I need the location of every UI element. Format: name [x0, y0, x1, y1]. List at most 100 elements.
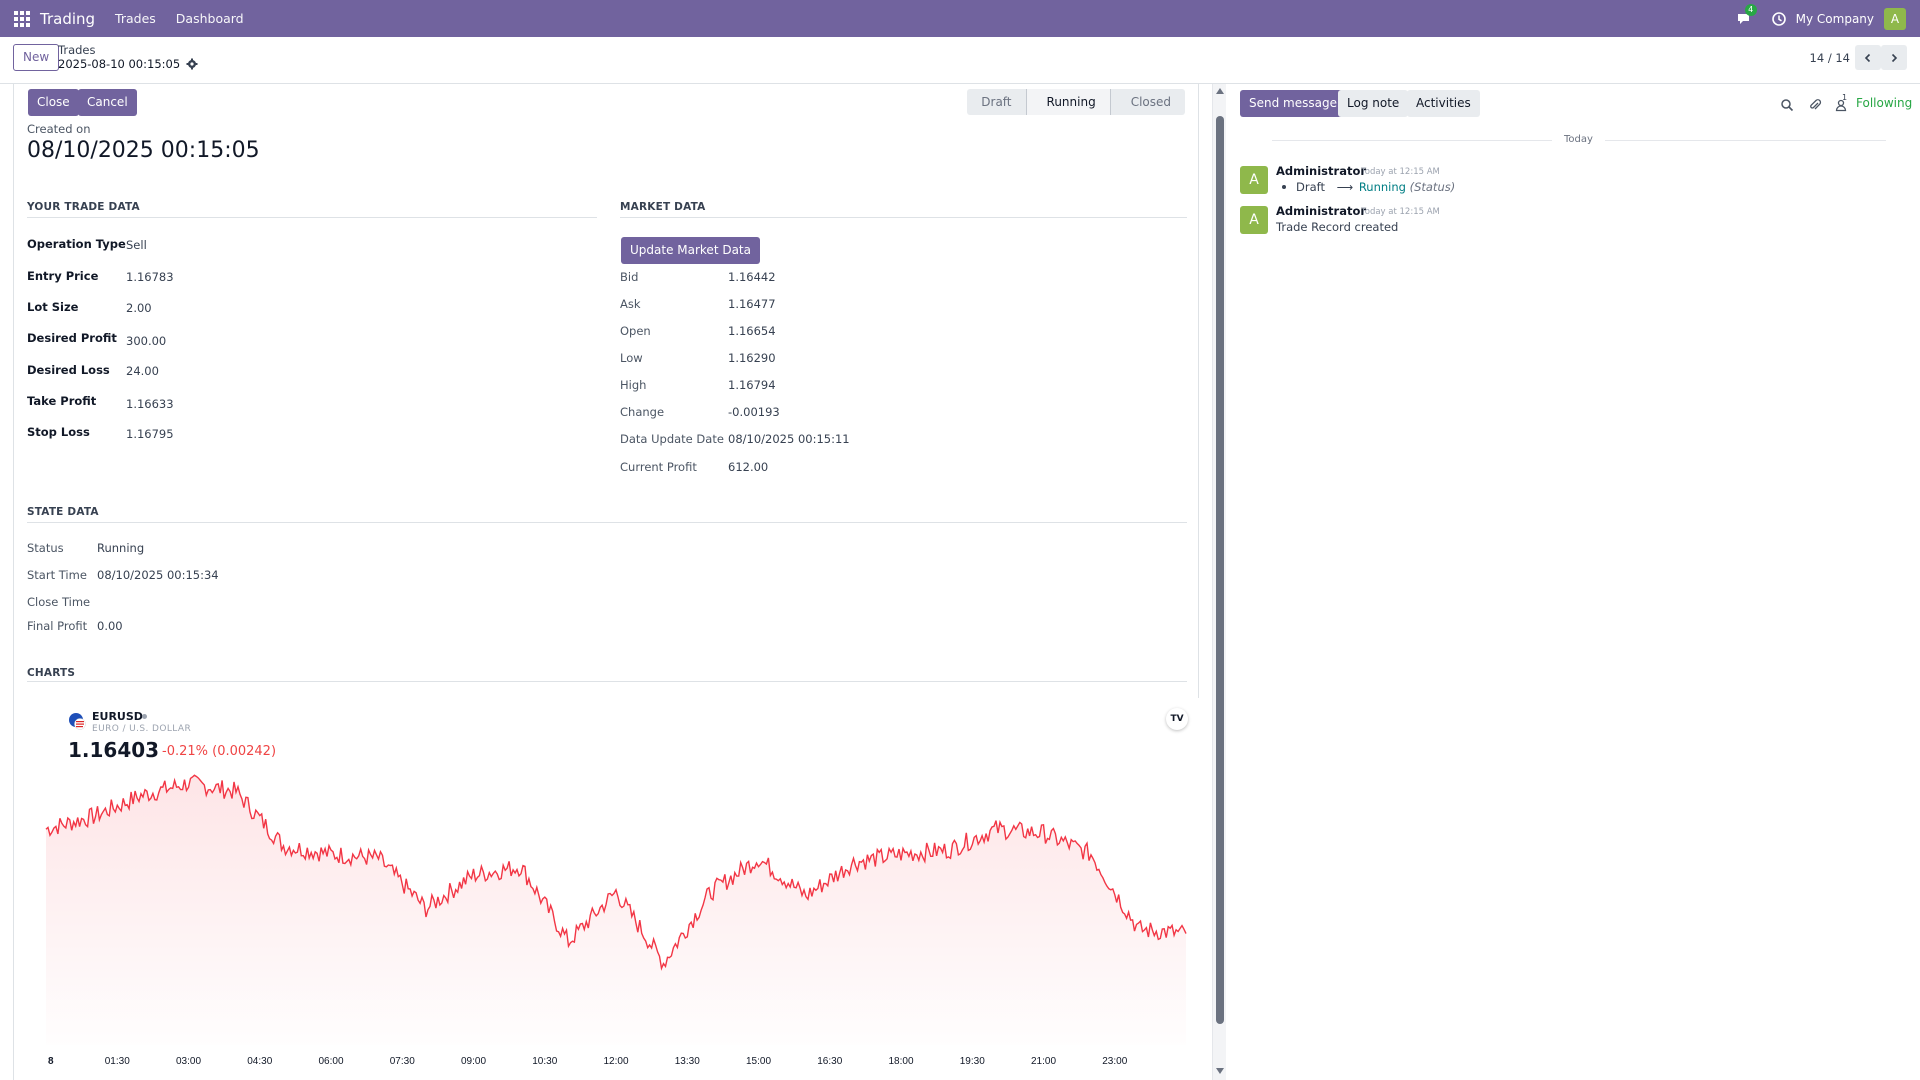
chatter-panel: Send message Log note Activities 1 Follo… — [1226, 84, 1920, 1080]
field-label: Ask — [620, 297, 641, 311]
field-label: Current Profit — [620, 460, 697, 474]
field-label: Low — [620, 351, 643, 365]
field-label: Take Profit — [27, 394, 97, 408]
market-data-divider — [620, 217, 1187, 218]
message-body: Trade Record created — [1276, 220, 1399, 234]
send-message-button[interactable]: Send message — [1240, 90, 1346, 117]
message-avatar[interactable]: A — [1240, 206, 1268, 234]
field-label: Operation Type — [27, 237, 126, 251]
field-close-time: Close Time — [27, 595, 90, 609]
message-avatar[interactable]: A — [1240, 166, 1268, 194]
pager-previous-button[interactable] — [1855, 45, 1881, 70]
field-current-profit: Current Profit 612.00 — [620, 460, 768, 474]
breadcrumb-parent[interactable]: Trades — [58, 43, 95, 57]
field-value: 0.00 — [97, 619, 123, 633]
field-label: Data Update Date — [620, 432, 724, 446]
field-final-profit: Final Profit 0.00 — [27, 619, 123, 633]
company-switcher[interactable]: My Company — [1796, 12, 1874, 26]
x-tick-label: 18:00 — [888, 1056, 913, 1067]
field-label: Lot Size — [27, 300, 79, 314]
x-tick-label: 01:30 — [105, 1056, 130, 1067]
menu-trades[interactable]: Trades — [115, 11, 156, 26]
message-author[interactable]: Administrator — [1276, 164, 1366, 178]
app-name[interactable]: Trading — [40, 10, 95, 28]
tracking-old-value: Draft — [1296, 180, 1325, 194]
charts-title: CHARTS — [27, 667, 76, 679]
message-author[interactable]: Administrator — [1276, 204, 1366, 218]
close-trade-button[interactable]: Close — [28, 89, 79, 116]
field-change: Change -0.00193 — [620, 405, 780, 419]
field-high: High 1.16794 — [620, 378, 776, 392]
status-bar: Draft Running Closed — [967, 89, 1185, 115]
update-market-data-button[interactable]: Update Market Data — [621, 237, 760, 264]
bullet — [1282, 185, 1286, 189]
symbol-name[interactable]: EURUSD — [92, 710, 143, 723]
field-label: Final Profit — [27, 619, 88, 633]
field-lot-size: Lot Size 2.00 — [27, 300, 152, 315]
field-label: Stop Loss — [27, 425, 90, 439]
field-value[interactable]: 1.16633 — [126, 397, 174, 411]
cancel-trade-button[interactable]: Cancel — [78, 89, 137, 116]
field-stop-loss: Stop Loss 1.16795 — [27, 425, 174, 441]
pager-value[interactable]: 14 / 14 — [1810, 51, 1850, 65]
x-tick-label: 16:30 — [817, 1056, 842, 1067]
message-time: Today at 12:15 AM — [1361, 207, 1440, 217]
following-button[interactable]: Following — [1856, 96, 1912, 110]
pager-next-button[interactable] — [1881, 45, 1907, 70]
field-value[interactable]: 300.00 — [126, 334, 166, 348]
x-tick-label: 21:00 — [1031, 1056, 1056, 1067]
gear-icon[interactable] — [186, 58, 198, 70]
field-start-time: Start Time 08/10/2025 00:15:34 — [27, 568, 219, 582]
market-status-dot — [142, 714, 147, 719]
top-navbar: Trading Trades Dashboard 4 My Company A — [0, 0, 1920, 37]
stage-closed[interactable]: Closed — [1110, 89, 1185, 115]
activities-button[interactable]: Activities — [1407, 90, 1480, 117]
field-bid: Bid 1.16442 — [620, 270, 776, 284]
new-button[interactable]: New — [13, 44, 60, 71]
scroll-thumb[interactable] — [1216, 116, 1224, 1024]
field-low: Low 1.16290 — [620, 351, 776, 365]
stage-draft[interactable]: Draft — [967, 89, 1026, 115]
paperclip-icon[interactable] — [1808, 98, 1822, 112]
field-label: High — [620, 378, 647, 392]
field-value[interactable]: 24.00 — [126, 364, 159, 378]
tradingview-logo-icon[interactable]: TV — [1166, 708, 1188, 730]
field-value: 1.16290 — [728, 351, 776, 365]
log-note-button[interactable]: Log note — [1338, 90, 1409, 117]
form-scrollbar[interactable] — [1212, 84, 1226, 1080]
search-icon[interactable] — [1780, 98, 1794, 112]
field-value[interactable]: 1.16795 — [126, 427, 174, 441]
form-sheet: Close Cancel Draft Running Closed Create… — [13, 84, 1200, 1080]
field-value[interactable]: 2.00 — [126, 301, 152, 315]
arrow-right-icon: ⟶ — [1336, 180, 1354, 194]
field-value[interactable]: 1.16783 — [126, 270, 174, 284]
field-label: Close Time — [27, 595, 91, 609]
trade-data-title: YOUR TRADE DATA — [27, 201, 140, 213]
menu-dashboard[interactable]: Dashboard — [176, 11, 244, 26]
field-value: 1.16442 — [728, 270, 776, 284]
control-panel: New Trades 2025-08-10 00:15:05 14 / 14 — [0, 37, 1920, 84]
field-ask: Ask 1.16477 — [620, 297, 776, 311]
scroll-up-arrow-icon[interactable] — [1216, 88, 1224, 94]
scroll-down-arrow-icon[interactable] — [1216, 1068, 1224, 1074]
activity-clock-icon[interactable] — [1770, 10, 1788, 28]
trade-data-divider — [27, 217, 597, 218]
field-value[interactable]: Sell — [126, 238, 147, 252]
user-avatar[interactable]: A — [1884, 7, 1906, 30]
field-value: 1.16477 — [728, 297, 776, 311]
apps-menu-icon[interactable] — [14, 10, 30, 27]
state-data-divider — [27, 522, 1187, 523]
field-value: 612.00 — [728, 460, 769, 474]
x-tick-label: 13:30 — [675, 1056, 700, 1067]
field-label: Status — [27, 541, 64, 555]
field-value: 08/10/2025 00:15:34 — [97, 568, 219, 582]
created-on-value: 08/10/2025 00:15:05 — [27, 138, 260, 163]
x-tick-label: 19:30 — [960, 1056, 985, 1067]
chat-badge: 4 — [1744, 3, 1757, 16]
tradingview-chart[interactable]: 8 01:30 03:00 04:30 06:00 07:30 09:00 10:30 12:0… — [28, 698, 1200, 1080]
x-tick-label: 23:00 — [1102, 1056, 1127, 1067]
x-tick-label: 06:00 — [318, 1056, 343, 1067]
stage-running[interactable]: Running — [1025, 89, 1111, 115]
field-value: 08/10/2025 00:15:11 — [728, 432, 850, 446]
chat-icon[interactable]: 4 — [1736, 3, 1757, 28]
